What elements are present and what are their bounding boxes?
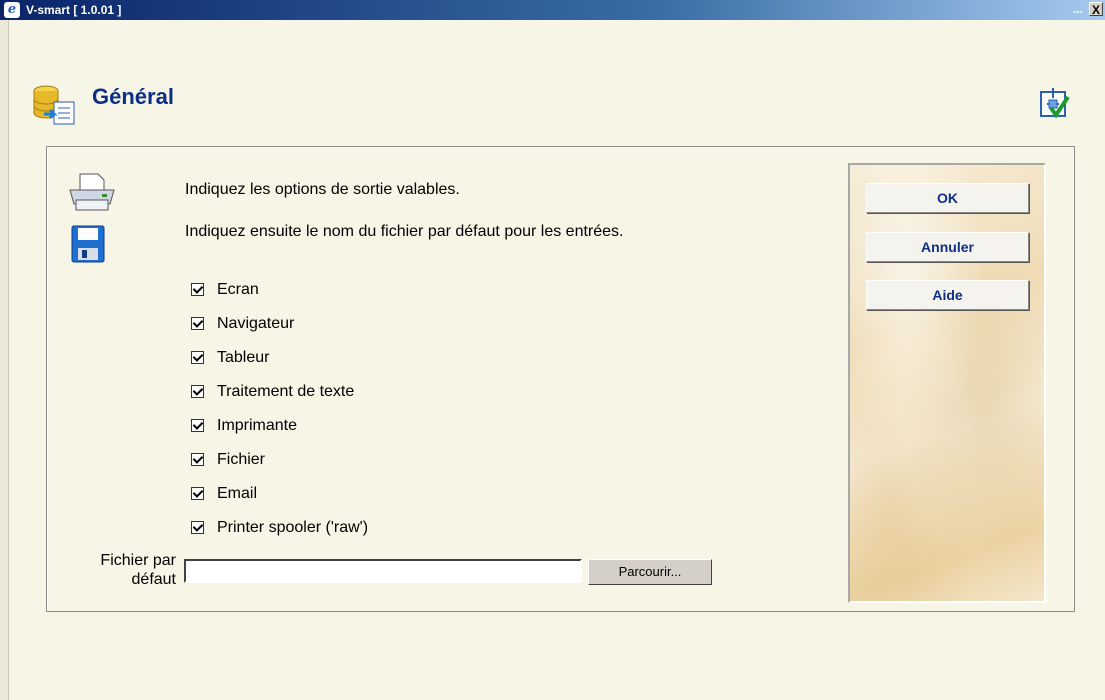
more-icon[interactable]: ... <box>1073 2 1083 16</box>
checkbox[interactable] <box>191 453 204 466</box>
option-label: Traitement de texte <box>217 383 355 400</box>
printer-icon <box>69 173 115 211</box>
page-title: Général <box>92 84 174 109</box>
instruction-default-file: Indiquez ensuite le nom du fichier par d… <box>185 223 624 240</box>
checkbox[interactable] <box>191 487 204 500</box>
default-file-input[interactable] <box>184 559 582 583</box>
checkbox[interactable] <box>191 351 204 364</box>
checkbox[interactable] <box>191 419 204 432</box>
setup-check-icon[interactable] <box>1037 86 1071 120</box>
help-button[interactable]: Aide <box>866 280 1029 310</box>
database-export-icon <box>33 85 75 125</box>
option-label: Imprimante <box>217 417 298 434</box>
option-label: Fichier <box>217 451 266 468</box>
checkbox[interactable] <box>191 317 204 330</box>
option-label: Ecran <box>217 281 259 298</box>
close-button[interactable]: X <box>1089 2 1103 17</box>
option-label: Tableur <box>217 349 270 366</box>
option-label: Email <box>217 485 258 502</box>
option-label: Navigateur <box>217 315 295 332</box>
window-left-edge <box>0 20 9 700</box>
checkbox[interactable] <box>191 521 204 534</box>
ok-button[interactable]: OK <box>866 183 1029 213</box>
instruction-output-options: Indiquez les options de sortie valables. <box>185 181 460 198</box>
floppy-disk-icon <box>71 225 105 263</box>
cancel-button[interactable]: Annuler <box>866 232 1029 262</box>
browse-button[interactable]: Parcourir... <box>588 559 712 585</box>
window-titlebar: e V-smart [ 1.0.01 ] ... X <box>0 0 1105 20</box>
app-icon: e <box>4 2 20 18</box>
action-button-panel <box>848 163 1046 603</box>
checkbox[interactable] <box>191 283 204 296</box>
checkbox[interactable] <box>191 385 204 398</box>
default-file-label: Fichier par défaut <box>100 552 176 588</box>
window-title: V-smart [ 1.0.01 ] <box>26 3 122 17</box>
option-label: Printer spooler ('raw') <box>217 519 369 536</box>
